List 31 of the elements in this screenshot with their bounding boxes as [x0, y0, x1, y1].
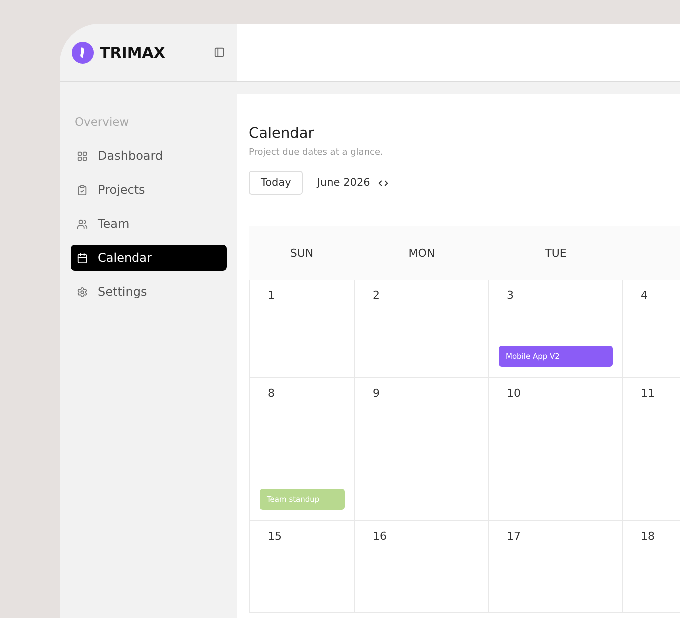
day-cell[interactable]: 1: [249, 280, 355, 378]
logo-icon: [72, 42, 94, 64]
day-cell[interactable]: 10: [489, 378, 623, 521]
weekday-header: TUE: [489, 226, 623, 280]
calendar-icon: [77, 252, 88, 264]
page-subtitle: Project due dates at a glance.: [249, 148, 384, 158]
weekday-header: SUN: [249, 226, 355, 280]
clipboard-icon: [77, 184, 88, 196]
day-cell[interactable]: 9: [355, 378, 489, 521]
month-label: June 2026: [317, 177, 370, 189]
day-cell[interactable]: 4: [623, 280, 680, 378]
gear-icon: [77, 286, 88, 298]
sidebar-item[interactable]: Team: [71, 211, 227, 237]
today-button[interactable]: Today: [249, 171, 304, 195]
day-cell[interactable]: 11: [623, 378, 680, 521]
users-icon: [77, 218, 88, 230]
page-title: Calendar: [249, 126, 316, 142]
day-cell[interactable]: 17: [489, 521, 623, 613]
grid-icon: [77, 150, 88, 162]
day-cell[interactable]: 18: [623, 521, 680, 613]
day-cell[interactable]: 15: [249, 521, 355, 613]
sidebar-item[interactable]: Calendar: [71, 245, 227, 271]
day-cell[interactable]: 16: [355, 521, 489, 613]
sidebar-item[interactable]: Dashboard: [71, 143, 227, 169]
sidebar-item[interactable]: Settings: [71, 279, 227, 305]
brand-name: TRIMAX: [100, 44, 166, 62]
day-cell[interactable]: 2: [355, 280, 489, 378]
sidebar-item[interactable]: Projects: [71, 177, 227, 203]
weekday-header: MON: [355, 226, 489, 280]
section-label: Overview: [75, 115, 130, 129]
sidebar-toggle-icon[interactable]: [214, 47, 225, 58]
